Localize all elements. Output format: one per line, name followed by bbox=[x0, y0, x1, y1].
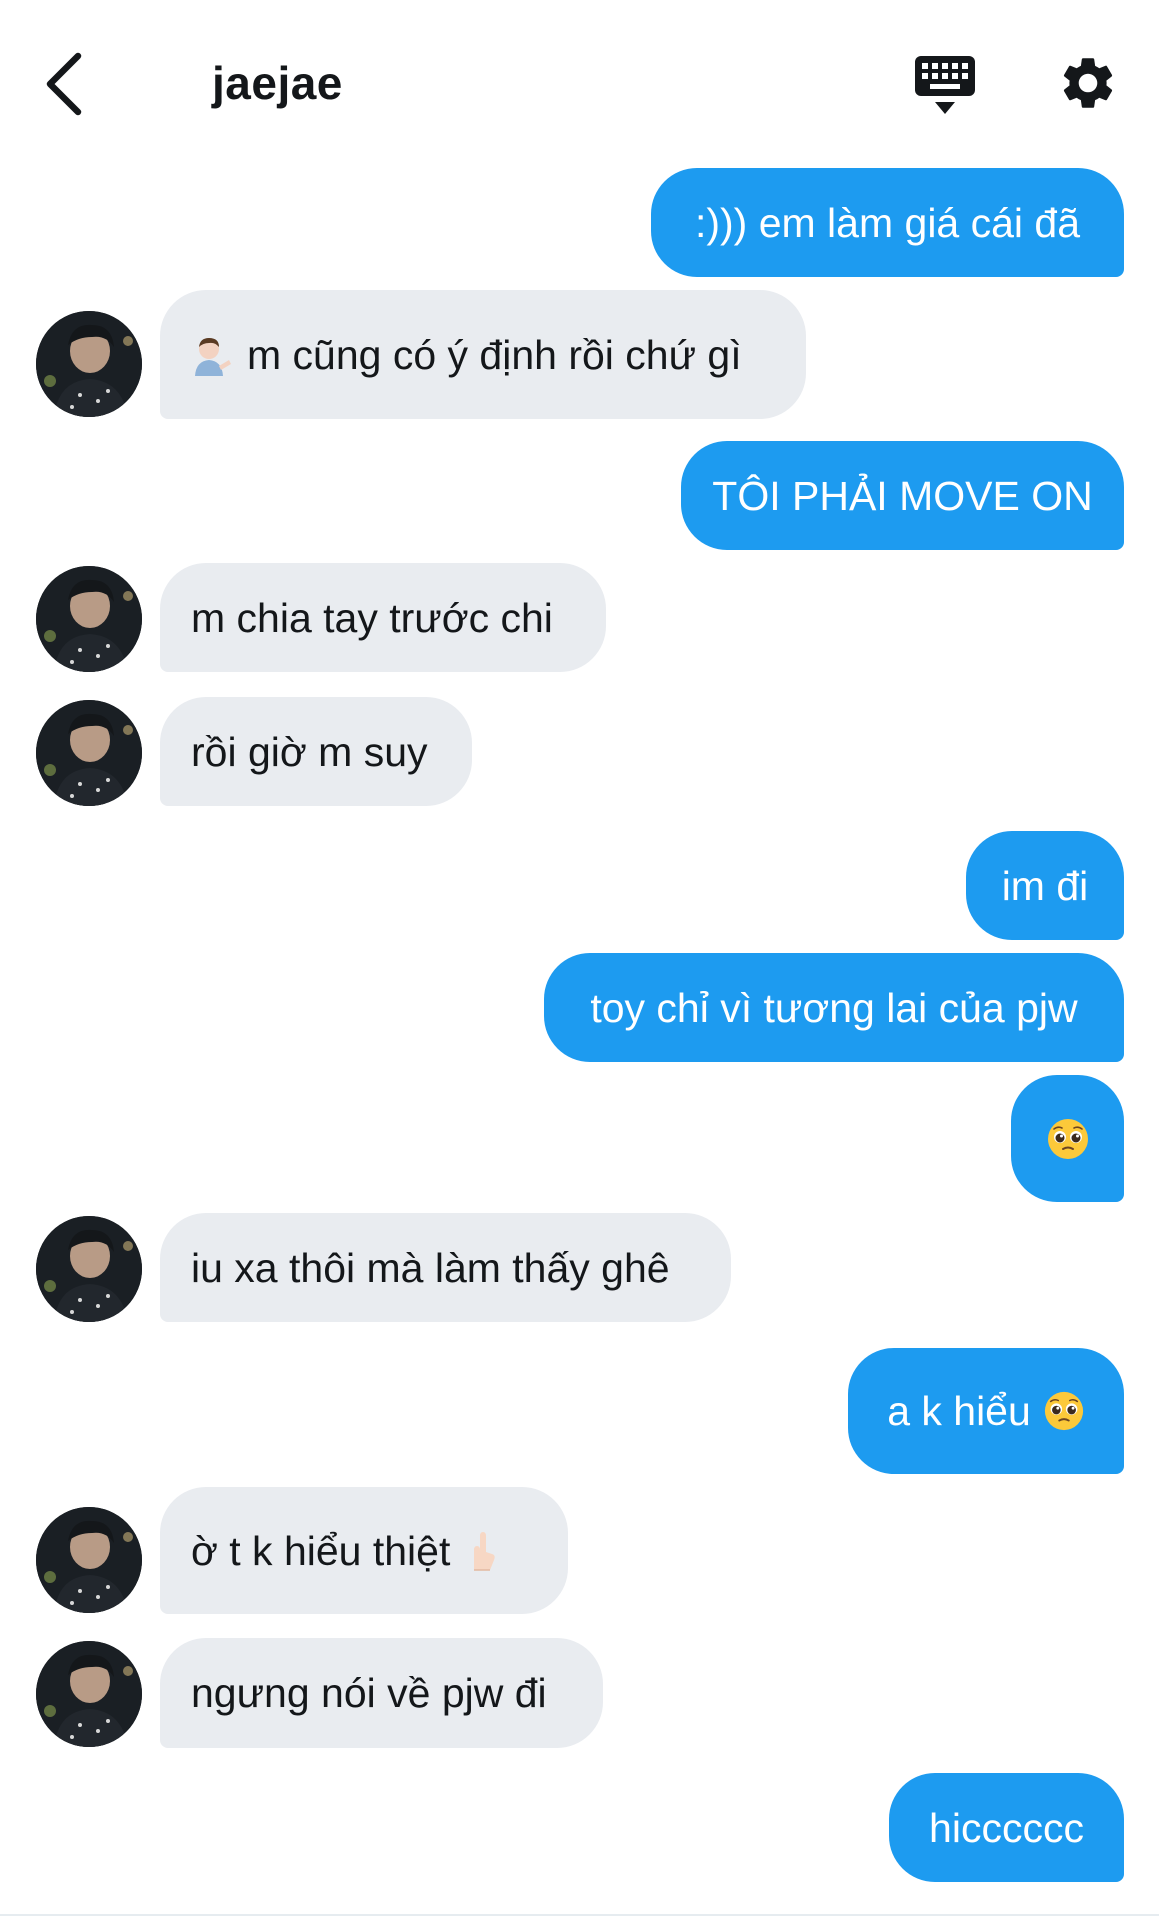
message-bubble-incoming[interactable]: ngưng nói về pjw đi bbox=[160, 1638, 603, 1748]
avatar[interactable] bbox=[36, 566, 142, 672]
message-text: rồi giờ m suy bbox=[191, 728, 428, 775]
message-text: ờ t k hiểu thiệt bbox=[191, 1527, 451, 1574]
settings-button[interactable] bbox=[1057, 52, 1119, 114]
message-text: m chia tay trước chi bbox=[191, 594, 553, 641]
raised-back-of-hand-emoji bbox=[462, 1530, 504, 1572]
message-text: a k hiểu bbox=[887, 1388, 1031, 1434]
keyboard-hide-icon bbox=[915, 56, 975, 114]
message-bubble-incoming[interactable]: m chia tay trước chi bbox=[160, 563, 606, 672]
message-bubble-outgoing[interactable]: hicccccc bbox=[889, 1773, 1124, 1882]
avatar[interactable] bbox=[36, 700, 142, 806]
gear-icon bbox=[1063, 58, 1113, 108]
message-bubble-incoming[interactable]: rồi giờ m suy bbox=[160, 697, 472, 806]
message-text: TÔI PHẢI MOVE ON bbox=[712, 472, 1093, 519]
pleading-face-emoji bbox=[1046, 1117, 1090, 1161]
chevron-left-icon bbox=[46, 52, 82, 116]
avatar-photo bbox=[36, 700, 142, 806]
message-bubble-outgoing[interactable] bbox=[1011, 1075, 1124, 1202]
avatar-photo bbox=[36, 1216, 142, 1322]
message-text: iu xa thôi mà làm thấy ghê bbox=[191, 1244, 670, 1291]
message-text: hicccccc bbox=[929, 1804, 1084, 1851]
conversation-title[interactable]: jaejae bbox=[212, 50, 343, 116]
dm-conversation-screen: jaejae :))) em làm giá cái đã m cũng có … bbox=[0, 0, 1159, 1920]
message-bubble-outgoing[interactable]: toy chỉ vì tương lai của pjw bbox=[544, 953, 1124, 1062]
avatar-photo bbox=[36, 1507, 142, 1613]
avatar[interactable] bbox=[36, 1216, 142, 1322]
avatar-photo bbox=[36, 311, 142, 417]
message-bubble-outgoing[interactable]: im đi bbox=[966, 831, 1124, 940]
avatar[interactable] bbox=[36, 1507, 142, 1613]
back-button[interactable] bbox=[40, 48, 92, 120]
message-text: ngưng nói về pjw đi bbox=[191, 1670, 547, 1716]
conversation-header: jaejae bbox=[0, 0, 1159, 160]
avatar-photo bbox=[36, 1641, 142, 1747]
message-bubble-outgoing[interactable]: :))) em làm giá cái đã bbox=[651, 168, 1124, 277]
pleading-face-emoji bbox=[1043, 1390, 1085, 1432]
message-text: :))) em làm giá cái đã bbox=[694, 199, 1081, 246]
message-bubble-incoming[interactable]: iu xa thôi mà làm thấy ghê bbox=[160, 1213, 731, 1322]
message-bubble-incoming[interactable]: m cũng có ý định rồi chứ gì bbox=[160, 290, 806, 419]
message-text: toy chỉ vì tương lai của pjw bbox=[590, 984, 1078, 1031]
avatar[interactable] bbox=[36, 1641, 142, 1747]
composer-divider bbox=[0, 1914, 1159, 1916]
message-bubble-outgoing[interactable]: TÔI PHẢI MOVE ON bbox=[681, 441, 1124, 550]
avatar[interactable] bbox=[36, 311, 142, 417]
message-text: m cũng có ý định rồi chứ gì bbox=[247, 331, 742, 378]
keyboard-toggle-button[interactable] bbox=[912, 52, 978, 118]
message-bubble-incoming[interactable]: ờ t k hiểu thiệt bbox=[160, 1487, 568, 1614]
avatar-photo bbox=[36, 566, 142, 672]
message-bubble-outgoing[interactable]: a k hiểu bbox=[848, 1348, 1124, 1474]
message-text: im đi bbox=[1001, 862, 1089, 909]
man-tipping-hand-emoji bbox=[191, 334, 233, 376]
